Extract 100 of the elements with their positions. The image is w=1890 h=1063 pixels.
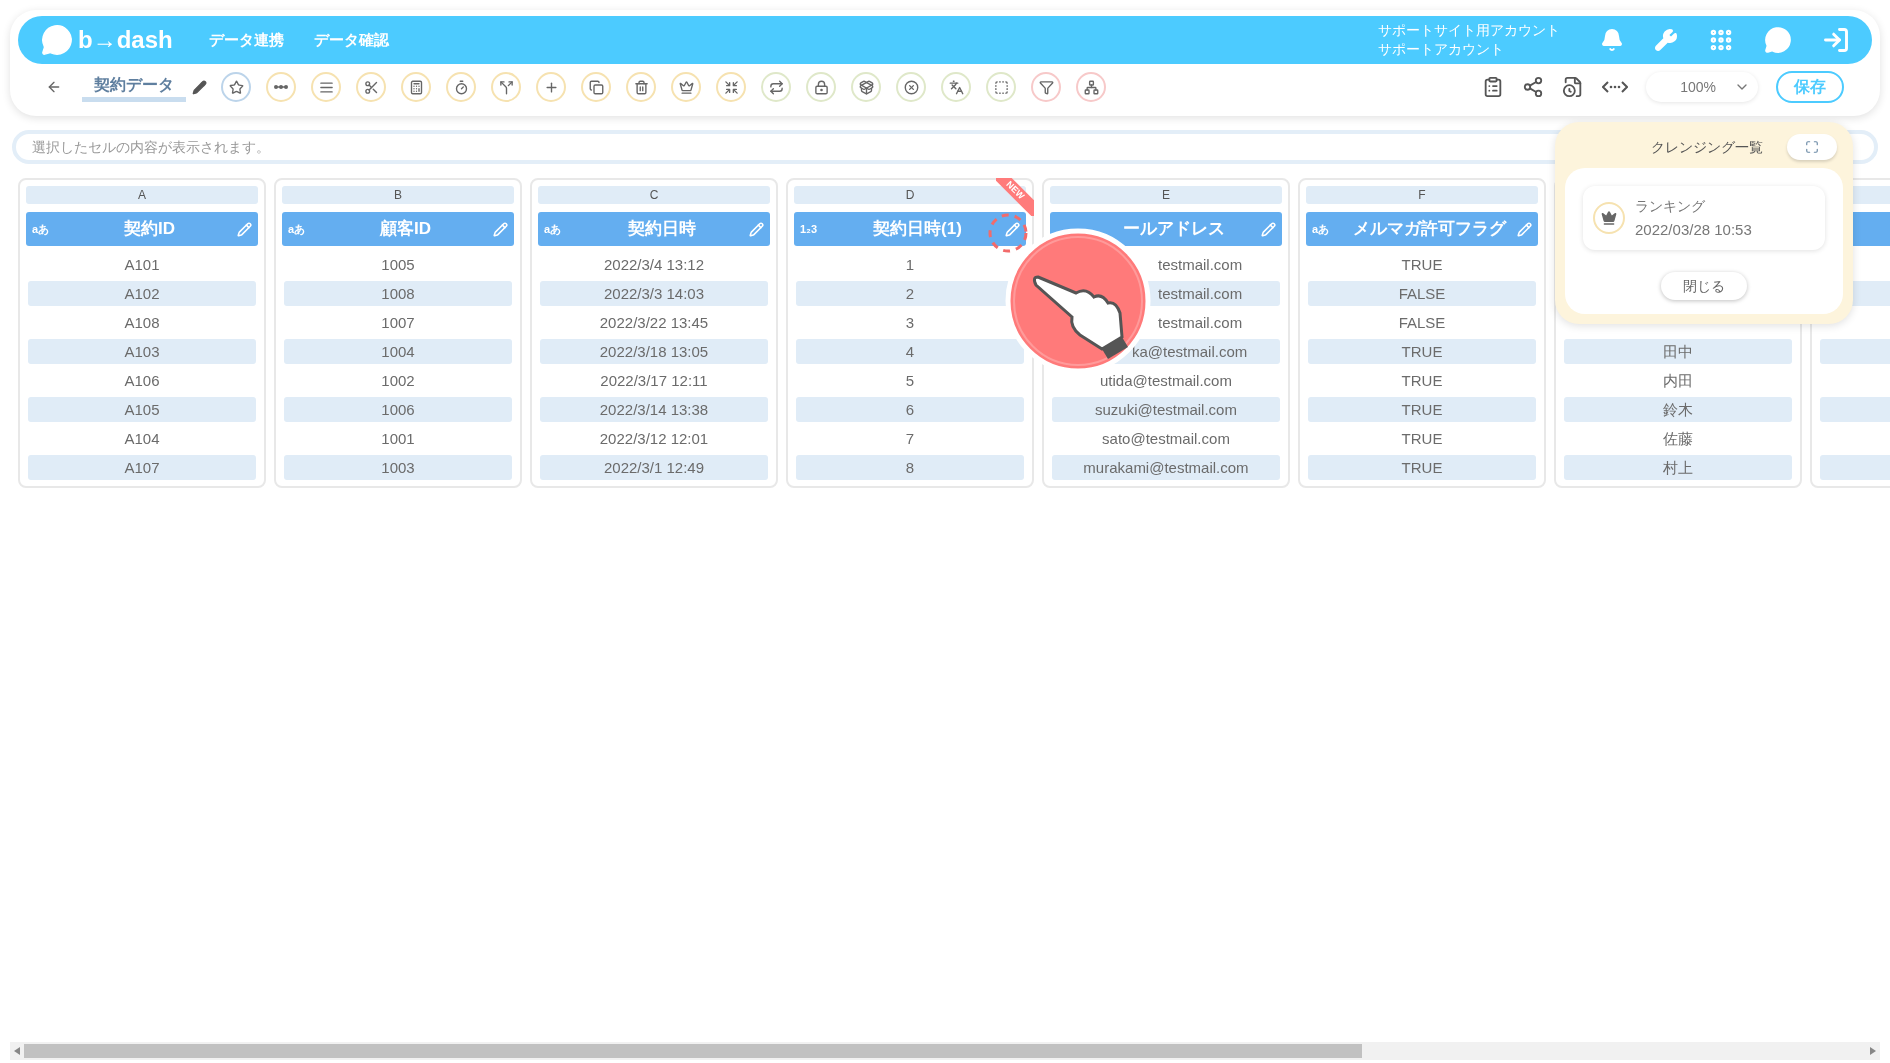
table-cell[interactable]: 2022/3/12 12:01 [540,426,768,451]
split-button[interactable] [491,72,521,102]
table-cell[interactable]: 鈴木 [1564,397,1792,422]
table-cell[interactable]: TRUE [1308,252,1536,277]
logo-icon [40,23,74,57]
column-header[interactable]: 1₂3 契約日時(1) [794,212,1026,246]
table-cell[interactable]: 6 [796,397,1024,422]
table-cell[interactable]: 7 [796,426,1024,451]
lock-button[interactable] [806,72,836,102]
table-cell[interactable]: FALSE [1308,281,1536,306]
star-icon [228,79,244,95]
table-cell[interactable]: A107 [28,455,256,480]
column-header[interactable]: aあ メルマガ許可フラグ [1306,212,1538,246]
clipboard-icon[interactable] [1482,76,1504,98]
grid-icon[interactable] [1708,27,1734,53]
share-icon[interactable] [1522,76,1544,98]
repeat-icon [768,79,784,95]
scissors-icon [363,79,379,95]
square-button[interactable] [986,72,1016,102]
table-cell[interactable]: utida@testmail.com [1052,368,1280,393]
wrench-icon[interactable] [1654,28,1678,52]
table-cell[interactable]: 1007 [284,310,512,335]
table-cell[interactable]: 5 [796,368,1024,393]
box-button[interactable] [851,72,881,102]
table-cell[interactable]: 2022/3/22 13:45 [540,310,768,335]
table-cell[interactable]: 1005 [284,252,512,277]
plus-button[interactable] [536,72,566,102]
horizontal-scrollbar[interactable] [10,1042,1880,1060]
table-cell[interactable]: 4 [796,339,1024,364]
table-cell[interactable]: A106 [28,368,256,393]
table-cell[interactable]: 1006 [284,397,512,422]
hierarchy-icon [1083,79,1099,95]
table-cell[interactable]: 内田 [1564,368,1792,393]
table-cell[interactable]: TRUE [1308,455,1536,480]
column-header[interactable]: aあ 契約ID [26,212,258,246]
hierarchy-button[interactable] [1076,72,1106,102]
table-cell[interactable]: 2022/3/17 12:11 [540,368,768,393]
repeat-button[interactable] [761,72,791,102]
edit-icon[interactable] [192,79,207,95]
column-name: 顧客ID [379,218,432,241]
type-label: aあ [288,221,307,237]
table-cell[interactable]: 1001 [284,426,512,451]
table-cell[interactable]: A103 [28,339,256,364]
table-cell[interactable]: A108 [28,310,256,335]
table-cell[interactable]: murakami@testmail.com [1052,455,1280,480]
account-name: サポートサイト用アカウント [1378,21,1560,40]
calculator-button[interactable] [401,72,431,102]
table-cell[interactable]: 1008 [284,281,512,306]
x-circle-button[interactable] [896,72,926,102]
table-cell[interactable]: 1003 [284,455,512,480]
shrink-button[interactable] [716,72,746,102]
table-cell[interactable]: 2022/3/18 13:05 [540,339,768,364]
dots-button[interactable] [266,72,296,102]
table-cell[interactable]: FALSE [1308,310,1536,335]
filter-button[interactable] [1031,72,1061,102]
close-button[interactable]: 閉じる [1661,272,1747,300]
table-cell[interactable]: A104 [28,426,256,451]
column-header[interactable]: aあ 顧客ID [282,212,514,246]
table-cell[interactable]: 2022/3/1 12:49 [540,455,768,480]
table-cell[interactable]: 2022/3/14 13:38 [540,397,768,422]
star-button[interactable] [221,72,251,102]
table-cell[interactable]: A102 [28,281,256,306]
table-cell[interactable]: 2022/3/4 13:12 [540,252,768,277]
table-cell[interactable]: 1002 [284,368,512,393]
table-cell[interactable]: suzuki@testmail.com [1052,397,1280,422]
cleansing-item[interactable]: ランキング 2022/03/28 10:53 [1583,186,1825,250]
expand-button[interactable] [1787,134,1837,160]
table-cell[interactable]: A101 [28,252,256,277]
table-cell[interactable]: TRUE [1308,397,1536,422]
table-cell[interactable]: A105 [28,397,256,422]
column-letter: C [538,186,770,204]
bell-icon[interactable] [1600,28,1624,52]
scrollbar-thumb[interactable] [24,1044,1362,1058]
crown-button[interactable] [671,72,701,102]
copy-button[interactable] [581,72,611,102]
table-cell[interactable]: 8 [796,455,1024,480]
code-icon[interactable] [1602,80,1628,94]
zoom-select[interactable]: 100% [1646,72,1758,102]
trash-button[interactable] [626,72,656,102]
lines-icon [318,79,334,95]
table-title[interactable]: 契約データ [82,72,186,102]
table-cell[interactable]: TRUE [1308,368,1536,393]
table-cell[interactable]: 田中 [1564,339,1792,364]
scissors-button[interactable] [356,72,386,102]
translate-button[interactable] [941,72,971,102]
table-cell[interactable]: 2022/3/3 14:03 [540,281,768,306]
table-cell[interactable]: 村上 [1564,455,1792,480]
chat-icon[interactable] [1764,26,1792,54]
file-refresh-icon[interactable] [1562,76,1584,98]
table-cell[interactable]: 佐藤 [1564,426,1792,451]
back-icon[interactable] [46,79,62,95]
table-cell[interactable]: TRUE [1308,339,1536,364]
lines-button[interactable] [311,72,341,102]
login-icon[interactable] [1822,26,1850,54]
timer-button[interactable] [446,72,476,102]
table-cell[interactable]: 1004 [284,339,512,364]
table-cell[interactable]: sato@testmail.com [1052,426,1280,451]
table-cell[interactable]: TRUE [1308,426,1536,451]
column-header[interactable]: aあ 契約日時 [538,212,770,246]
item-name: ランキング [1635,197,1706,216]
